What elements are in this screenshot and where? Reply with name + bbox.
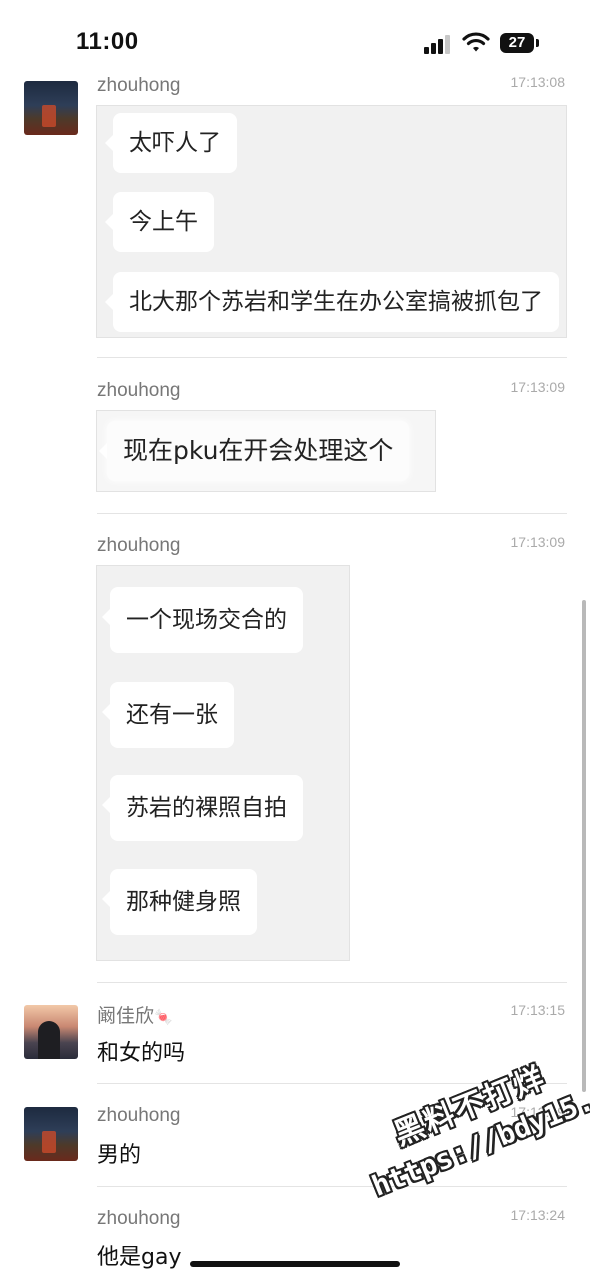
sender-name: zhouhong	[97, 535, 181, 556]
clock: 11:00	[76, 28, 139, 55]
sender-name: 阚佳欣🍬	[97, 1001, 173, 1028]
message-time: 17:13:24	[510, 1207, 566, 1223]
message-text: 男的	[97, 1143, 142, 1168]
battery-icon: 27	[500, 33, 534, 53]
message-time: 17:13:15	[510, 1002, 566, 1018]
divider	[97, 1186, 567, 1187]
message-time: 17:13:08	[510, 74, 566, 90]
message-text: 和女的吗	[97, 1041, 186, 1066]
divider	[97, 357, 567, 358]
chat-bubble: 太吓人了	[105, 113, 237, 173]
message-text: 他是gay	[97, 1245, 182, 1270]
chat-bubble: 苏岩的裸照自拍	[102, 775, 303, 841]
chat-bubble: 北大那个苏岩和学生在办公室搞被抓包了	[105, 272, 559, 332]
divider	[97, 982, 567, 983]
chat-bubble: 还有一张	[102, 682, 234, 748]
chat-bubble: 一个现场交合的	[102, 587, 303, 653]
chat-bubble: 今上午	[105, 192, 214, 252]
home-indicator[interactable]	[190, 1261, 400, 1267]
avatar[interactable]	[24, 1107, 78, 1161]
chat-bubble: 现在pku在开会处理这个	[98, 421, 410, 481]
chat-screenshot-image[interactable]: 现在pku在开会处理这个	[96, 410, 436, 492]
chat-bubble: 那种健身照	[102, 869, 257, 935]
divider	[97, 513, 567, 514]
sender-name: zhouhong	[97, 1105, 181, 1126]
chat-screenshot-image[interactable]: 太吓人了 今上午 北大那个苏岩和学生在办公室搞被抓包了	[96, 105, 567, 338]
avatar[interactable]	[24, 1005, 78, 1059]
avatar[interactable]	[24, 81, 78, 135]
sender-name: zhouhong	[97, 75, 181, 96]
scrollbar[interactable]	[582, 600, 586, 1092]
battery-tip	[536, 39, 539, 47]
chat-screenshot-image[interactable]: 一个现场交合的 还有一张 苏岩的裸照自拍 那种健身照	[96, 565, 350, 961]
sender-name: zhouhong	[97, 1208, 181, 1229]
wifi-icon	[462, 32, 490, 52]
cellular-signal-icon	[424, 34, 454, 54]
candy-emoji: 🍬	[154, 1009, 173, 1026]
message-time: 17:13:09	[510, 534, 566, 550]
sender-name-text: 阚佳欣	[97, 1006, 155, 1027]
status-bar: 11:00 27	[0, 0, 590, 80]
message-time: 17:13:09	[510, 379, 566, 395]
sender-name: zhouhong	[97, 380, 181, 401]
